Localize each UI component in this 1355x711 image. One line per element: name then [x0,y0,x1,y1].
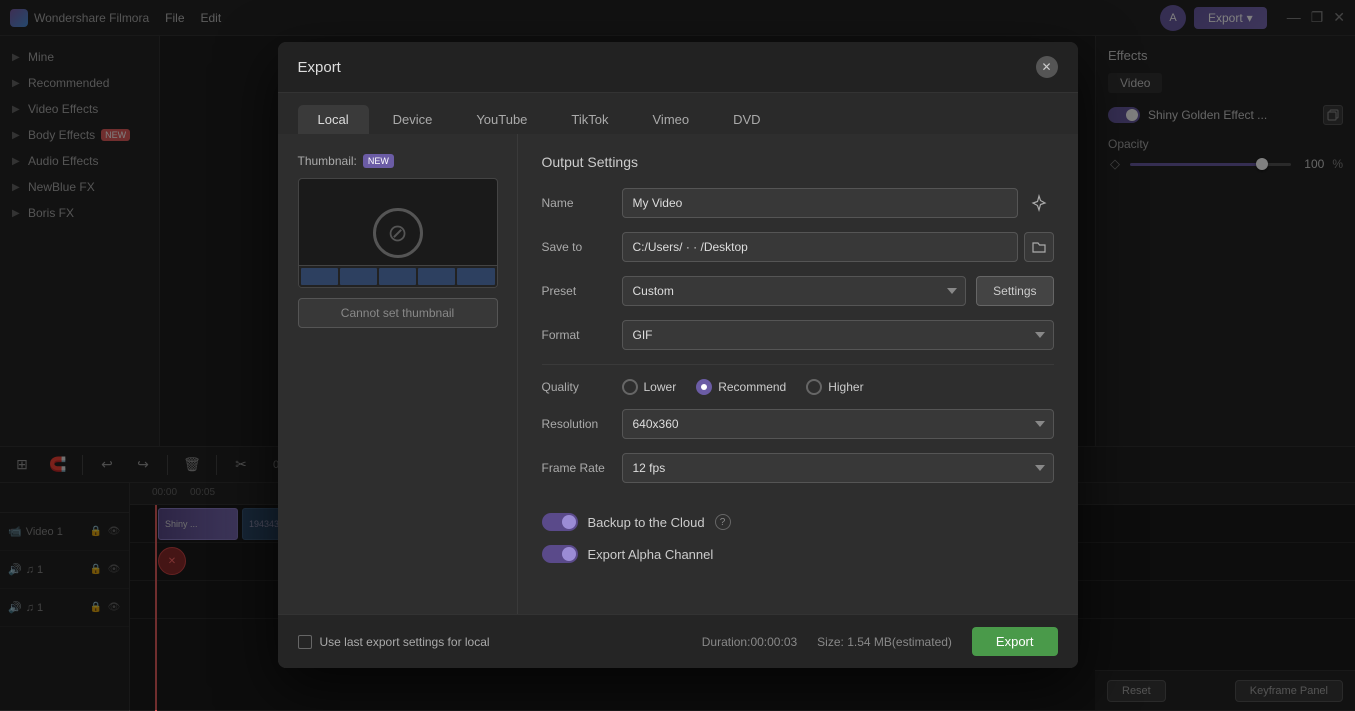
save-to-row: Save to [542,232,1054,262]
backup-help-icon[interactable]: ? [715,514,731,530]
frame-rate-label: Frame Rate [542,461,622,475]
quality-higher[interactable]: Higher [806,379,863,395]
export-tabs: Local Device YouTube TikTok Vimeo DVD [278,93,1078,134]
export-alpha-label: Export Alpha Channel [588,547,714,562]
export-dialog: Export ✕ Local Device YouTube TikTok Vim… [278,42,1078,668]
thumbnail-preview[interactable]: ⊘ [298,178,498,288]
thumbnail-strip [299,265,497,287]
dialog-title: Export [298,59,341,76]
tab-local[interactable]: Local [298,105,369,134]
dialog-close-button[interactable]: ✕ [1036,56,1058,78]
thumbnail-new-badge: NEW [363,154,394,168]
output-settings: Output Settings Name Save to [518,134,1078,614]
app-container: Wondershare Filmora File Edit A Export ▾… [0,0,1355,710]
duration-info: Duration:00:00:03 [702,635,797,649]
tab-dvd[interactable]: DVD [713,105,780,134]
higher-label: Higher [828,380,863,394]
settings-button[interactable]: Settings [976,276,1053,306]
recommend-radio [696,379,712,395]
name-row: Name [542,188,1054,218]
format-label: Format [542,328,622,342]
tab-youtube[interactable]: YouTube [456,105,547,134]
resolution-label: Resolution [542,417,622,431]
lower-label: Lower [644,380,677,394]
tab-tiktok[interactable]: TikTok [551,105,628,134]
name-input[interactable] [622,188,1018,218]
thumbnail-label: Thumbnail: NEW [298,154,497,168]
quality-lower[interactable]: Lower [622,379,677,395]
resolution-row: Resolution 640x360 [542,409,1054,439]
export-alpha-row: Export Alpha Channel [542,545,1054,563]
quality-radio-group: Lower Recommend Higher [622,379,864,395]
use-last-settings-label: Use last export settings for local [320,635,490,649]
no-thumbnail-icon: ⊘ [373,208,423,258]
browse-folder-button[interactable] [1024,232,1054,262]
recommend-label: Recommend [718,380,786,394]
preset-select[interactable]: Custom [622,276,967,306]
format-select[interactable]: GIF [622,320,1054,350]
resolution-select[interactable]: 640x360 [622,409,1054,439]
preset-label: Preset [542,284,622,298]
lower-radio [622,379,638,395]
thumbnail-section: Thumbnail: NEW ⊘ Cannot set thum [278,134,518,614]
tab-device[interactable]: Device [373,105,453,134]
tab-vimeo[interactable]: Vimeo [633,105,710,134]
save-to-label: Save to [542,240,622,254]
footer-right: Duration:00:00:03 Size: 1.54 MB(estimate… [702,627,1058,656]
cannot-set-thumbnail-button: Cannot set thumbnail [298,298,498,328]
quality-recommend[interactable]: Recommend [696,379,786,395]
use-last-settings[interactable]: Use last export settings for local [298,635,490,649]
export-button[interactable]: Export [972,627,1058,656]
backup-cloud-label: Backup to the Cloud [588,515,705,530]
dialog-header: Export ✕ [278,42,1078,93]
divider-1 [542,364,1054,365]
quality-row: Quality Lower Recommend [542,379,1054,395]
backup-cloud-row: Backup to the Cloud ? [542,513,1054,531]
modal-overlay: Export ✕ Local Device YouTube TikTok Vim… [0,0,1355,710]
dialog-body: Thumbnail: NEW ⊘ Cannot set thum [278,134,1078,614]
save-to-input[interactable] [622,232,1018,262]
use-last-settings-checkbox[interactable] [298,635,312,649]
frame-rate-row: Frame Rate 12 fps [542,453,1054,483]
export-alpha-toggle[interactable] [542,545,578,563]
format-row: Format GIF [542,320,1054,350]
output-settings-title: Output Settings [542,154,1054,170]
backup-cloud-toggle[interactable] [542,513,578,531]
size-info: Size: 1.54 MB(estimated) [817,635,952,649]
frame-rate-select[interactable]: 12 fps [622,453,1054,483]
ai-button[interactable] [1024,188,1054,218]
dialog-footer: Use last export settings for local Durat… [278,614,1078,668]
quality-label: Quality [542,380,622,394]
name-label: Name [542,196,622,210]
higher-radio [806,379,822,395]
preset-row: Preset Custom Settings [542,276,1054,306]
